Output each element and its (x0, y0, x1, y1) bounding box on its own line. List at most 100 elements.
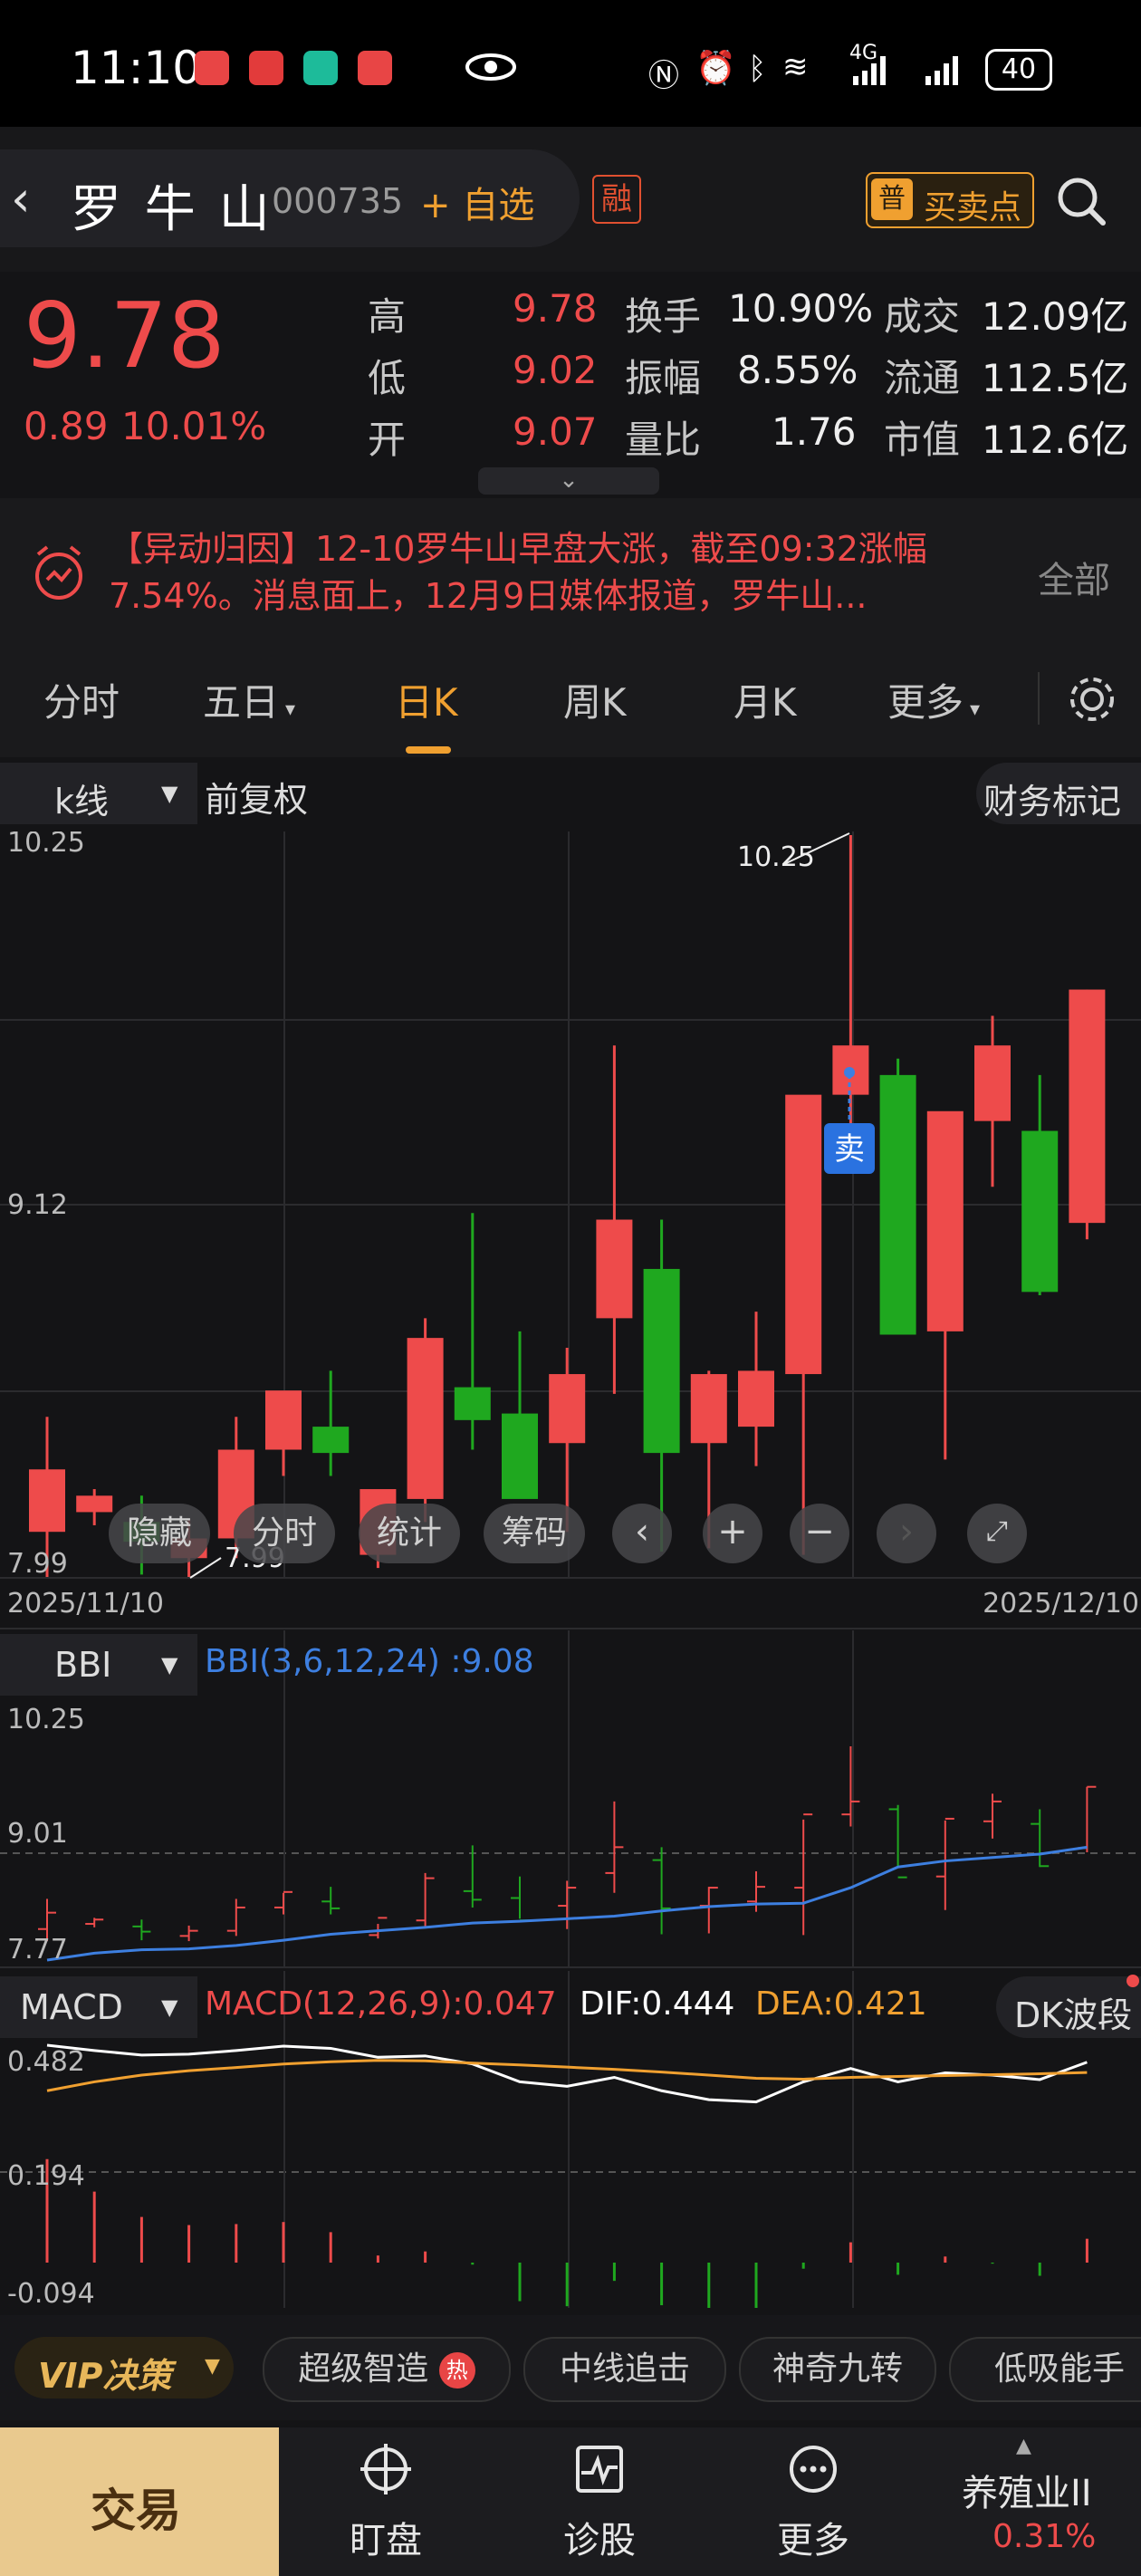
chip-low-buy[interactable]: 低吸能手 (949, 2337, 1141, 2402)
charts-area[interactable]: 10.25 9.12 7.99 2025/11/10 2025/12/10 10… (0, 831, 1141, 2308)
high-marker: 10.25 (737, 841, 815, 873)
chip-midline-chase[interactable]: 中线追击 (523, 2337, 726, 2402)
candle-body (312, 1427, 350, 1454)
candle-body (76, 1495, 113, 1513)
finance-mark-button[interactable]: 财务标记 (976, 763, 1141, 824)
macd-indicator-dropdown[interactable]: MACD ▼ (0, 1976, 197, 2038)
date-end: 2025/12/10 (983, 1588, 1139, 1620)
market-cap-label: 市值 (884, 418, 961, 462)
bbi-value: :9.08 (450, 1643, 534, 1680)
bbi-axis-top: 10.25 (7, 1704, 85, 1735)
macd-label: MACD (20, 1987, 123, 2027)
dropdown-arrow-icon: ▼ (161, 1994, 178, 2020)
zoom-out-icon[interactable]: − (790, 1504, 849, 1563)
kline-axis-top: 10.25 (7, 831, 85, 859)
tab-more[interactable]: 更多 ▾ (887, 672, 980, 727)
gear-icon[interactable] (1065, 672, 1119, 726)
sell-marker[interactable]: 卖 (834, 1131, 865, 1168)
status-bar: 11:10 Ⓝ ⏰ ᛒ ≋ 4G 40 (0, 0, 1141, 127)
adjustment-label[interactable]: 前复权 (205, 772, 308, 822)
kline-type-dropdown[interactable]: k线 ▼ (0, 763, 197, 824)
expand-up-icon: ▲ (1016, 2435, 1031, 2457)
battery-level: 40 (1001, 53, 1037, 85)
huawei-icon (249, 51, 283, 85)
nav-more[interactable]: 更多 (706, 2427, 920, 2576)
zoom-in-icon[interactable]: + (703, 1504, 762, 1563)
kline-type-label: k线 (54, 782, 110, 822)
crosshair-icon (360, 2444, 411, 2494)
news-text[interactable]: 【异动归因】12-10罗牛山早盘大涨，截至09:32涨幅7.54%。消息面上，1… (109, 525, 996, 620)
tab-monthly-k[interactable]: 月K (734, 672, 797, 727)
sector-widget[interactable]: ▲ 养殖业II 0.31% (920, 2427, 1141, 2576)
amount-value: 12.09亿 (982, 294, 1129, 339)
open-label: 开 (368, 418, 407, 462)
nav-diagnose-label: 诊股 (563, 2520, 636, 2562)
bbi-params-text: BBI(3,6,12,24) (205, 1643, 440, 1680)
more-dots-icon (790, 2446, 837, 2493)
news-all-link[interactable]: 全部 (1038, 551, 1110, 603)
dk-band-dot (1127, 1975, 1139, 1987)
candle-body (974, 1045, 1011, 1121)
bbi-indicator-dropdown[interactable]: BBI ▼ (0, 1634, 197, 1696)
bbi-axis-mid: 9.01 (7, 1818, 68, 1850)
fullscreen-icon[interactable]: ⤢ (967, 1504, 1027, 1563)
turnover-value: 10.90% (728, 286, 874, 331)
wifi-icon: ≋ (782, 49, 809, 85)
tab-intraday[interactable]: 分时 (43, 672, 120, 727)
chip-super-smart[interactable]: 超级智造 热 (263, 2337, 511, 2402)
margin-badge[interactable]: 融 (592, 175, 641, 224)
finance-mark-label: 财务标记 (983, 782, 1122, 822)
statistics-button[interactable]: 统计 (359, 1504, 460, 1563)
dropdown-arrow-icon: ▼ (205, 2355, 220, 2378)
vip-decision-button[interactable]: VIP决策 ▼ (14, 2337, 234, 2398)
nfc-icon: Ⓝ (648, 58, 679, 94)
trade-button[interactable]: 交易 (0, 2427, 279, 2576)
nav-diagnose[interactable]: 诊股 (493, 2427, 706, 2576)
app-icon (303, 51, 338, 85)
notification-icon (195, 51, 229, 85)
chip-magic-nine[interactable]: 神奇九转 (739, 2337, 936, 2402)
expand-chevron-icon[interactable]: ⌄ (478, 467, 659, 495)
scroll-right-icon[interactable]: › (877, 1504, 936, 1563)
pulse-chart-icon (576, 2446, 623, 2493)
turnover-label: 换手 (625, 294, 702, 339)
sector-change: 0.31% (992, 2518, 1097, 2555)
tab-daily-k[interactable]: 日K (395, 672, 458, 727)
stock-code: 000735 (272, 181, 404, 221)
nav-more-label: 更多 (777, 2520, 849, 2562)
scroll-left-icon[interactable]: ‹ (612, 1504, 672, 1563)
nav-watch[interactable]: 盯盘 (279, 2427, 493, 2576)
active-tab-indicator (406, 746, 451, 754)
hide-button[interactable]: 隐藏 (109, 1504, 210, 1563)
candle-body (738, 1370, 774, 1427)
sell-marker-dot (844, 1067, 855, 1078)
bbi-label: BBI (54, 1645, 112, 1685)
macd-axis-mid: 0.194 (7, 2160, 85, 2192)
buy-sell-points-button[interactable]: 普 买卖点 (866, 172, 1034, 228)
candle-body (407, 1338, 444, 1499)
book-icon (358, 51, 392, 85)
chips-button[interactable]: 筹码 (484, 1504, 585, 1563)
tab-five-day[interactable]: 五日 ▾ (203, 672, 295, 727)
tab-weekly-k[interactable]: 周K (563, 672, 627, 727)
candle-body (1069, 989, 1106, 1224)
dk-band-button[interactable]: DK波段 (996, 1976, 1141, 2038)
search-icon[interactable] (1054, 174, 1108, 228)
float-cap-label: 流通 (884, 356, 961, 400)
stock-name: 罗 牛 山 (71, 180, 273, 239)
bbi-params: BBI(3,6,12,24) :9.08 (205, 1643, 534, 1680)
add-watchlist-button[interactable]: + 自选 (420, 176, 534, 228)
trade-label: 交易 (91, 2485, 181, 2537)
eye-icon (465, 53, 516, 81)
candle-body (549, 1374, 586, 1444)
hot-badge: 热 (438, 2352, 475, 2389)
low-label: 低 (368, 356, 407, 400)
chip-super-smart-label: 超级智造 (298, 2350, 429, 2388)
back-icon[interactable]: ‹ (11, 170, 31, 227)
dropdown-arrow-icon: ▼ (161, 781, 178, 806)
amplitude-value: 8.55% (737, 348, 858, 392)
alarm-icon: ⏰ (695, 50, 736, 87)
market-cap-value: 112.6亿 (982, 418, 1129, 462)
alarm-clock-icon (35, 545, 82, 600)
intraday-button[interactable]: 分时 (234, 1504, 335, 1563)
